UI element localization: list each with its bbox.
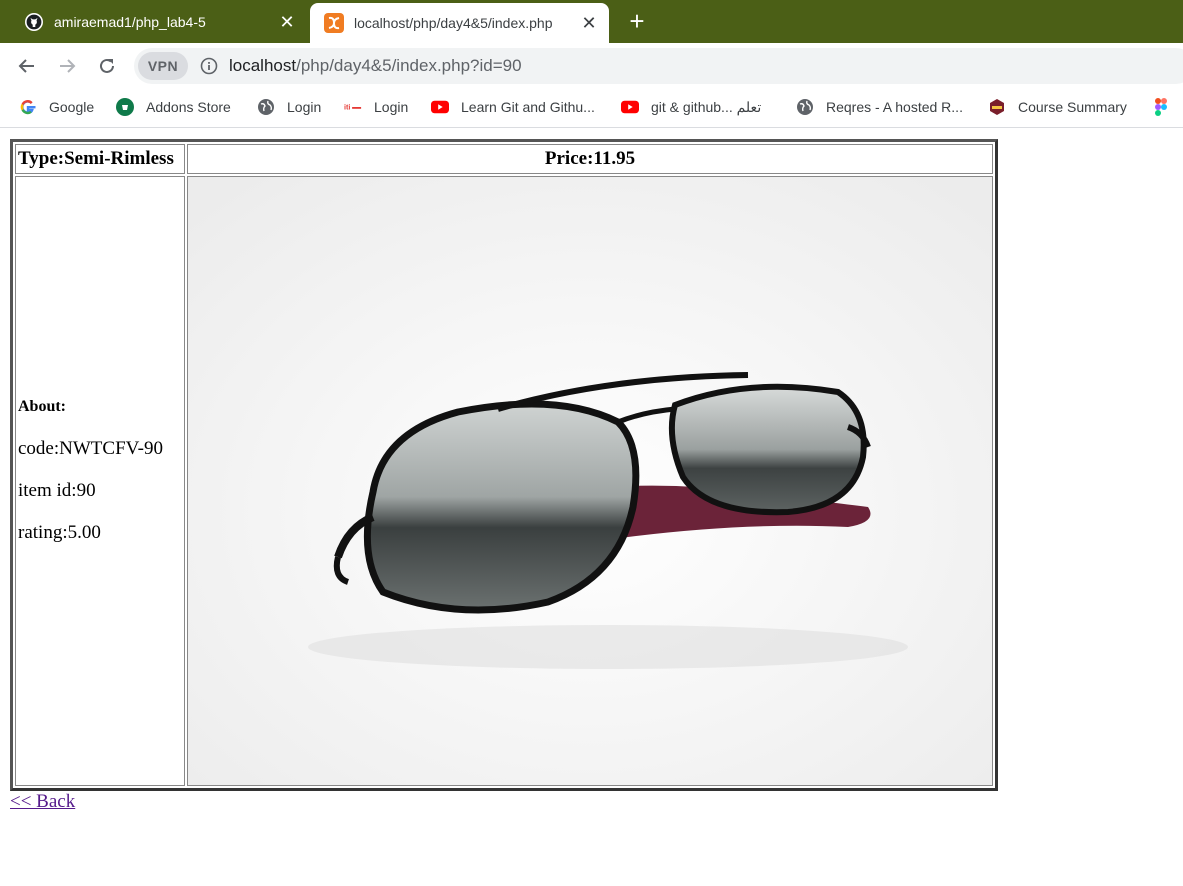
bookmark-label: git & github... تعلم	[651, 98, 762, 115]
product-rating: rating:5.00	[18, 522, 101, 543]
info-cell: About: code:NWTCFV-90 item id:90 rating:…	[15, 176, 185, 786]
product-table: Type:Semi-Rimless Price:11.95 About: cod…	[10, 139, 998, 791]
bookmark-figma[interactable]	[1152, 96, 1182, 118]
vpn-badge[interactable]: VPN	[138, 52, 188, 80]
bookmark-course-summary[interactable]: Course Summary	[988, 96, 1127, 118]
type-cell: Type:Semi-Rimless	[15, 144, 185, 174]
price-cell: Price:11.95	[187, 144, 993, 174]
product-item-id: item id:90	[18, 480, 96, 501]
figma-icon	[1152, 98, 1170, 116]
bookmark-reqres[interactable]: Reqres - A hosted R...	[796, 96, 963, 118]
new-tab-button[interactable]: +	[624, 8, 650, 34]
bookmark-git-github[interactable]: git & github... تعلم	[621, 96, 761, 118]
forward-arrow-icon[interactable]	[53, 52, 81, 80]
browser-toolbar: VPN localhost/php/day4&5/index.php?id=90	[0, 43, 1183, 88]
google-icon	[19, 98, 37, 116]
close-icon[interactable]: ✕	[581, 14, 597, 32]
addons-store-icon	[116, 98, 134, 116]
tab-strip: amiraemad1/php_lab4-5 ✕ localhost/php/da…	[0, 0, 1183, 43]
close-icon[interactable]: ✕	[279, 13, 295, 31]
address-bar[interactable]: VPN localhost/php/day4&5/index.php?id=90	[134, 48, 1183, 84]
xampp-icon	[324, 13, 344, 33]
bookmark-label: Learn Git and Githu...	[461, 99, 595, 115]
youtube-icon	[621, 98, 639, 116]
tab-github[interactable]: amiraemad1/php_lab4-5 ✕	[0, 0, 307, 43]
url-text[interactable]: localhost/php/day4&5/index.php?id=90	[229, 56, 522, 76]
course-icon	[988, 98, 1006, 116]
bookmark-login-1[interactable]: Login	[257, 96, 321, 118]
info-icon[interactable]	[200, 57, 218, 75]
youtube-icon	[431, 98, 449, 116]
tab-localhost[interactable]: localhost/php/day4&5/index.php ✕	[310, 3, 609, 43]
globe-icon	[257, 98, 275, 116]
back-link[interactable]: << Back	[10, 791, 75, 813]
bookmark-login-2[interactable]: iti Login	[344, 96, 408, 118]
globe-icon	[796, 98, 814, 116]
url-host: localhost	[229, 56, 297, 75]
github-icon	[24, 12, 44, 32]
tab-title: amiraemad1/php_lab4-5	[54, 13, 206, 30]
bookmark-label: Login	[374, 99, 409, 115]
bookmark-label: Addons Store	[146, 99, 231, 115]
bookmark-label: Course Summary	[1018, 99, 1127, 115]
bookmark-learn-git[interactable]: Learn Git and Githu...	[431, 96, 595, 118]
bookmark-label: Reqres - A hosted R...	[826, 99, 963, 115]
bookmarks-bar: Google Addons Store Login iti Login Lear…	[0, 88, 1183, 128]
sunglasses-image	[188, 177, 992, 785]
bookmark-label: Google	[49, 99, 95, 115]
bookmark-addons-store[interactable]: Addons Store	[116, 96, 231, 118]
back-arrow-icon[interactable]	[13, 52, 41, 80]
image-cell	[187, 176, 993, 786]
bookmark-google[interactable]: Google	[19, 96, 94, 118]
product-code: code:NWTCFV-90	[18, 438, 163, 459]
bookmark-label: Login	[287, 99, 322, 115]
tab-title: localhost/php/day4&5/index.php	[354, 15, 553, 31]
reload-icon[interactable]	[93, 52, 121, 80]
url-path: /php/day4&5/index.php?id=90	[296, 56, 522, 75]
iti-icon: iti	[344, 98, 362, 116]
page-content: Type:Semi-Rimless Price:11.95 About: cod…	[0, 128, 1183, 886]
about-label: About:	[18, 398, 67, 415]
svg-text:iti: iti	[344, 103, 350, 112]
